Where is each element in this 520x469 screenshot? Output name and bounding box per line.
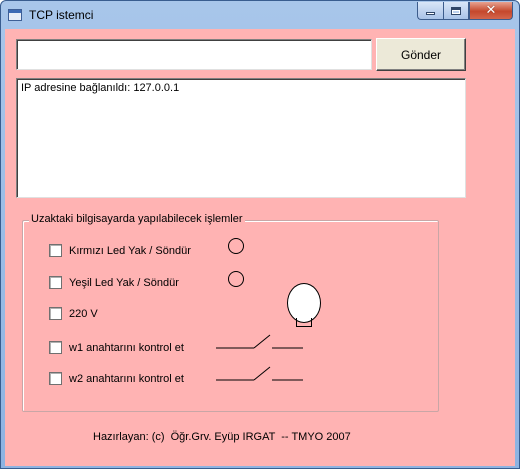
red-led-indicator [228,238,244,254]
send-button[interactable]: Gönder [376,38,466,71]
option-220v[interactable]: 220 V [49,307,98,320]
green-led-indicator [228,271,244,287]
option-label: 220 V [69,307,98,320]
title-bar[interactable]: TCP istemci ✕ [1,1,519,29]
checkbox[interactable] [49,307,62,320]
checkbox[interactable] [49,341,62,354]
option-switch-w2[interactable]: w2 anahtarını kontrol et [49,372,184,385]
close-button[interactable]: ✕ [469,2,513,20]
window-title: TCP istemci [29,8,94,22]
switch-w1-icon [216,334,303,349]
switch-w2-icon [216,366,303,381]
maximize-button[interactable] [443,2,469,20]
maximize-icon [451,6,461,15]
option-label: w1 anahtarını kontrol et [69,341,184,354]
option-red-led[interactable]: Kırmızı Led Yak / Söndür [49,244,191,257]
checkbox[interactable] [49,276,62,289]
minimize-button[interactable] [417,2,443,20]
lamp-bulb-icon [287,283,321,323]
author-credit: Hazırlayan: (c) Öğr.Grv. Eyüp IRGAT -- T… [93,431,351,443]
app-window: TCP istemci ✕ Gönder IP adresine bağlanı… [0,0,520,469]
checkbox[interactable] [49,372,62,385]
option-green-led[interactable]: Yeşil Led Yak / Söndür [49,276,179,289]
option-label: Kırmızı Led Yak / Söndür [69,244,191,257]
form-icon[interactable] [8,9,22,21]
caption-buttons: ✕ [417,2,513,20]
lamp-base-icon [296,318,312,327]
checkbox[interactable] [49,244,62,257]
option-label: w2 anahtarını kontrol et [69,372,184,385]
option-label: Yeşil Led Yak / Söndür [69,276,179,289]
group-title: Uzaktaki bilgisayarda yapılabilecek işle… [29,213,245,225]
message-input[interactable] [16,39,372,70]
close-icon: ✕ [485,3,497,18]
form-client-area: Gönder IP adresine bağlanıldı: 127.0.0.1… [5,29,515,466]
option-switch-w1[interactable]: w1 anahtarını kontrol et [49,341,184,354]
connection-log[interactable]: IP adresine bağlanıldı: 127.0.0.1 [16,78,466,198]
minimize-icon [426,12,435,15]
